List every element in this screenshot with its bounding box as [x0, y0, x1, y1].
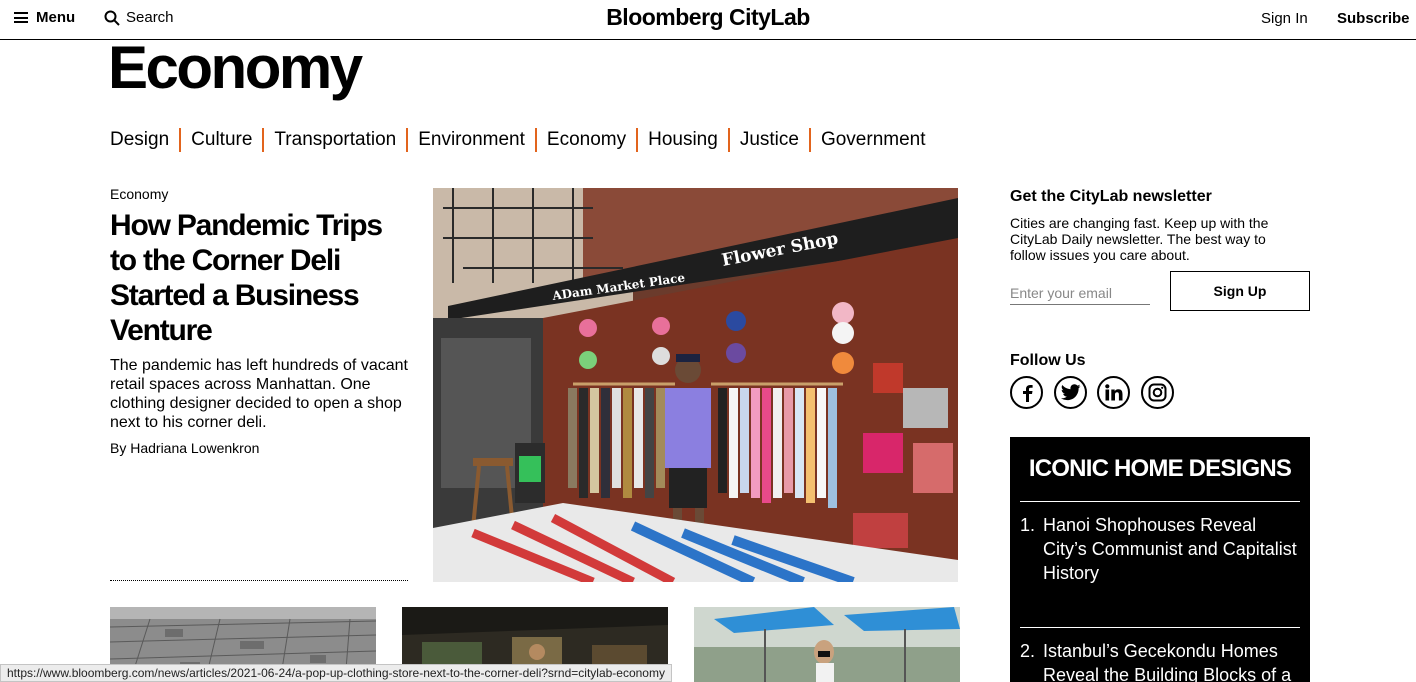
nav-link-justice[interactable]: Justice	[727, 128, 809, 152]
instagram-icon	[1148, 383, 1167, 402]
panel-title: ICONIC HOME DESIGNS	[1028, 455, 1292, 482]
browser-status-url: https://www.bloomberg.com/news/articles/…	[0, 664, 672, 682]
lead-summary: The pandemic has left hundreds of vacant…	[110, 357, 408, 431]
search-button[interactable]: Search	[104, 9, 174, 26]
divider	[1020, 627, 1300, 628]
search-label: Search	[126, 9, 174, 26]
divider	[1020, 501, 1300, 502]
item-number: 1.	[1020, 515, 1036, 535]
page-title: Economy	[108, 34, 363, 101]
divider	[110, 580, 408, 581]
facebook-icon	[1022, 384, 1033, 402]
iconic-home-designs-panel: ICONIC HOME DESIGNS 1. Hanoi Shophouses …	[1010, 437, 1310, 682]
lead-image[interactable]: ADam Market Place Flower Shop	[433, 188, 958, 582]
menu-label: Menu	[36, 9, 76, 26]
list-item[interactable]: 1. Hanoi Shophouses Reveal City’s Commun…	[1020, 513, 1302, 585]
twitter-link[interactable]	[1054, 376, 1087, 409]
item-title[interactable]: Istanbul’s Gecekondu Homes Reveal the Bu…	[1043, 639, 1302, 682]
nav-link-environment[interactable]: Environment	[406, 128, 535, 152]
site-logo[interactable]: Bloomberg CityLab	[606, 4, 810, 30]
item-number: 2.	[1020, 641, 1036, 661]
nav-link-design[interactable]: Design	[110, 128, 179, 152]
outdoor-dining-photo	[694, 607, 960, 682]
lead-headline[interactable]: How Pandemic Trips to the Corner Deli St…	[110, 208, 410, 348]
sign-in-link[interactable]: Sign In	[1261, 10, 1308, 27]
item-title[interactable]: Hanoi Shophouses Reveal City’s Communist…	[1043, 513, 1302, 585]
email-field[interactable]	[1010, 281, 1150, 305]
list-item[interactable]: 2. Istanbul’s Gecekondu Homes Reveal the…	[1020, 639, 1302, 682]
newsletter-description: Cities are changing fast. Keep up with t…	[1010, 215, 1269, 263]
section-nav: Design Culture Transportation Environmen…	[110, 128, 936, 152]
nav-link-housing[interactable]: Housing	[636, 128, 728, 152]
story-kicker[interactable]: Economy	[110, 186, 168, 202]
follow-us-title: Follow Us	[1010, 352, 1086, 369]
nav-link-government[interactable]: Government	[808, 128, 936, 152]
newsletter-title: Get the CityLab newsletter	[1010, 188, 1212, 205]
hamburger-icon	[14, 12, 28, 23]
nav-link-culture[interactable]: Culture	[179, 128, 262, 152]
search-icon	[104, 10, 120, 26]
story-thumbnail[interactable]	[694, 607, 960, 682]
nav-link-transportation[interactable]: Transportation	[262, 128, 406, 152]
facebook-link[interactable]	[1010, 376, 1043, 409]
subscribe-link[interactable]: Subscribe	[1337, 10, 1410, 27]
menu-button[interactable]: Menu	[14, 9, 75, 26]
sign-up-button[interactable]: Sign Up	[1170, 271, 1310, 311]
twitter-icon	[1060, 384, 1080, 401]
instagram-link[interactable]	[1141, 376, 1174, 409]
linkedin-link[interactable]	[1097, 376, 1130, 409]
storefront-photo: ADam Market Place Flower Shop	[433, 188, 958, 582]
linkedin-icon	[1104, 384, 1122, 401]
nav-link-economy[interactable]: Economy	[534, 128, 636, 152]
byline: By Hadriana Lowenkron	[110, 440, 260, 456]
